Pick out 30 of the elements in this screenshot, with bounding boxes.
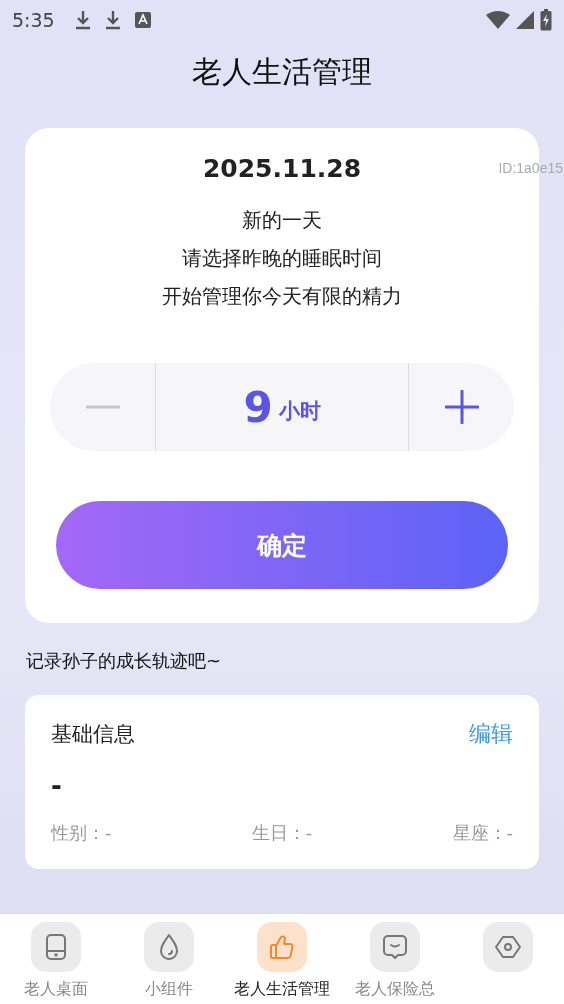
growth-prompt: 记录孙子的成长轨迹吧~	[26, 649, 223, 673]
info-field: 生日：-	[251, 821, 313, 845]
hours-value: 9	[243, 382, 273, 432]
download-icon	[104, 10, 121, 30]
wifi-icon	[486, 11, 510, 29]
name-text: -	[51, 771, 63, 801]
thumbs-up-icon	[268, 933, 296, 961]
nav-tab[interactable]: 老人桌面	[0, 922, 113, 1004]
greeting-message: 新的一天 请选择昨晚的睡眠时间 开始管理你今天有限的精力	[162, 207, 402, 310]
info-field: 性别：-	[51, 821, 112, 845]
hexagon-ring-icon	[493, 933, 522, 961]
nav-tab[interactable]: 老人保险总	[338, 922, 451, 1004]
edit-link[interactable]: 编辑	[469, 719, 513, 749]
hours-unit: 小时	[278, 398, 321, 425]
confirm-button[interactable]: 确定	[56, 501, 508, 589]
download-icon	[74, 10, 91, 30]
info-title: 基础信息	[51, 721, 135, 748]
signal-icon	[516, 11, 534, 29]
plus-icon	[444, 390, 479, 424]
nav-tab[interactable]: 小组件	[113, 922, 226, 1004]
font-app-icon	[134, 12, 151, 28]
minus-icon	[85, 405, 120, 409]
chat-bubble-icon	[380, 933, 409, 961]
info-field: 星座：-	[452, 821, 513, 845]
page-title: 老人生活管理	[191, 53, 373, 91]
date-text: 2025.11.28	[202, 154, 362, 183]
nav-tab[interactable]: 老人生活管理	[226, 922, 338, 1004]
battery-icon	[540, 9, 552, 31]
status-time: 5:35	[12, 9, 55, 31]
id-text: ID:1a0e15	[498, 160, 563, 176]
